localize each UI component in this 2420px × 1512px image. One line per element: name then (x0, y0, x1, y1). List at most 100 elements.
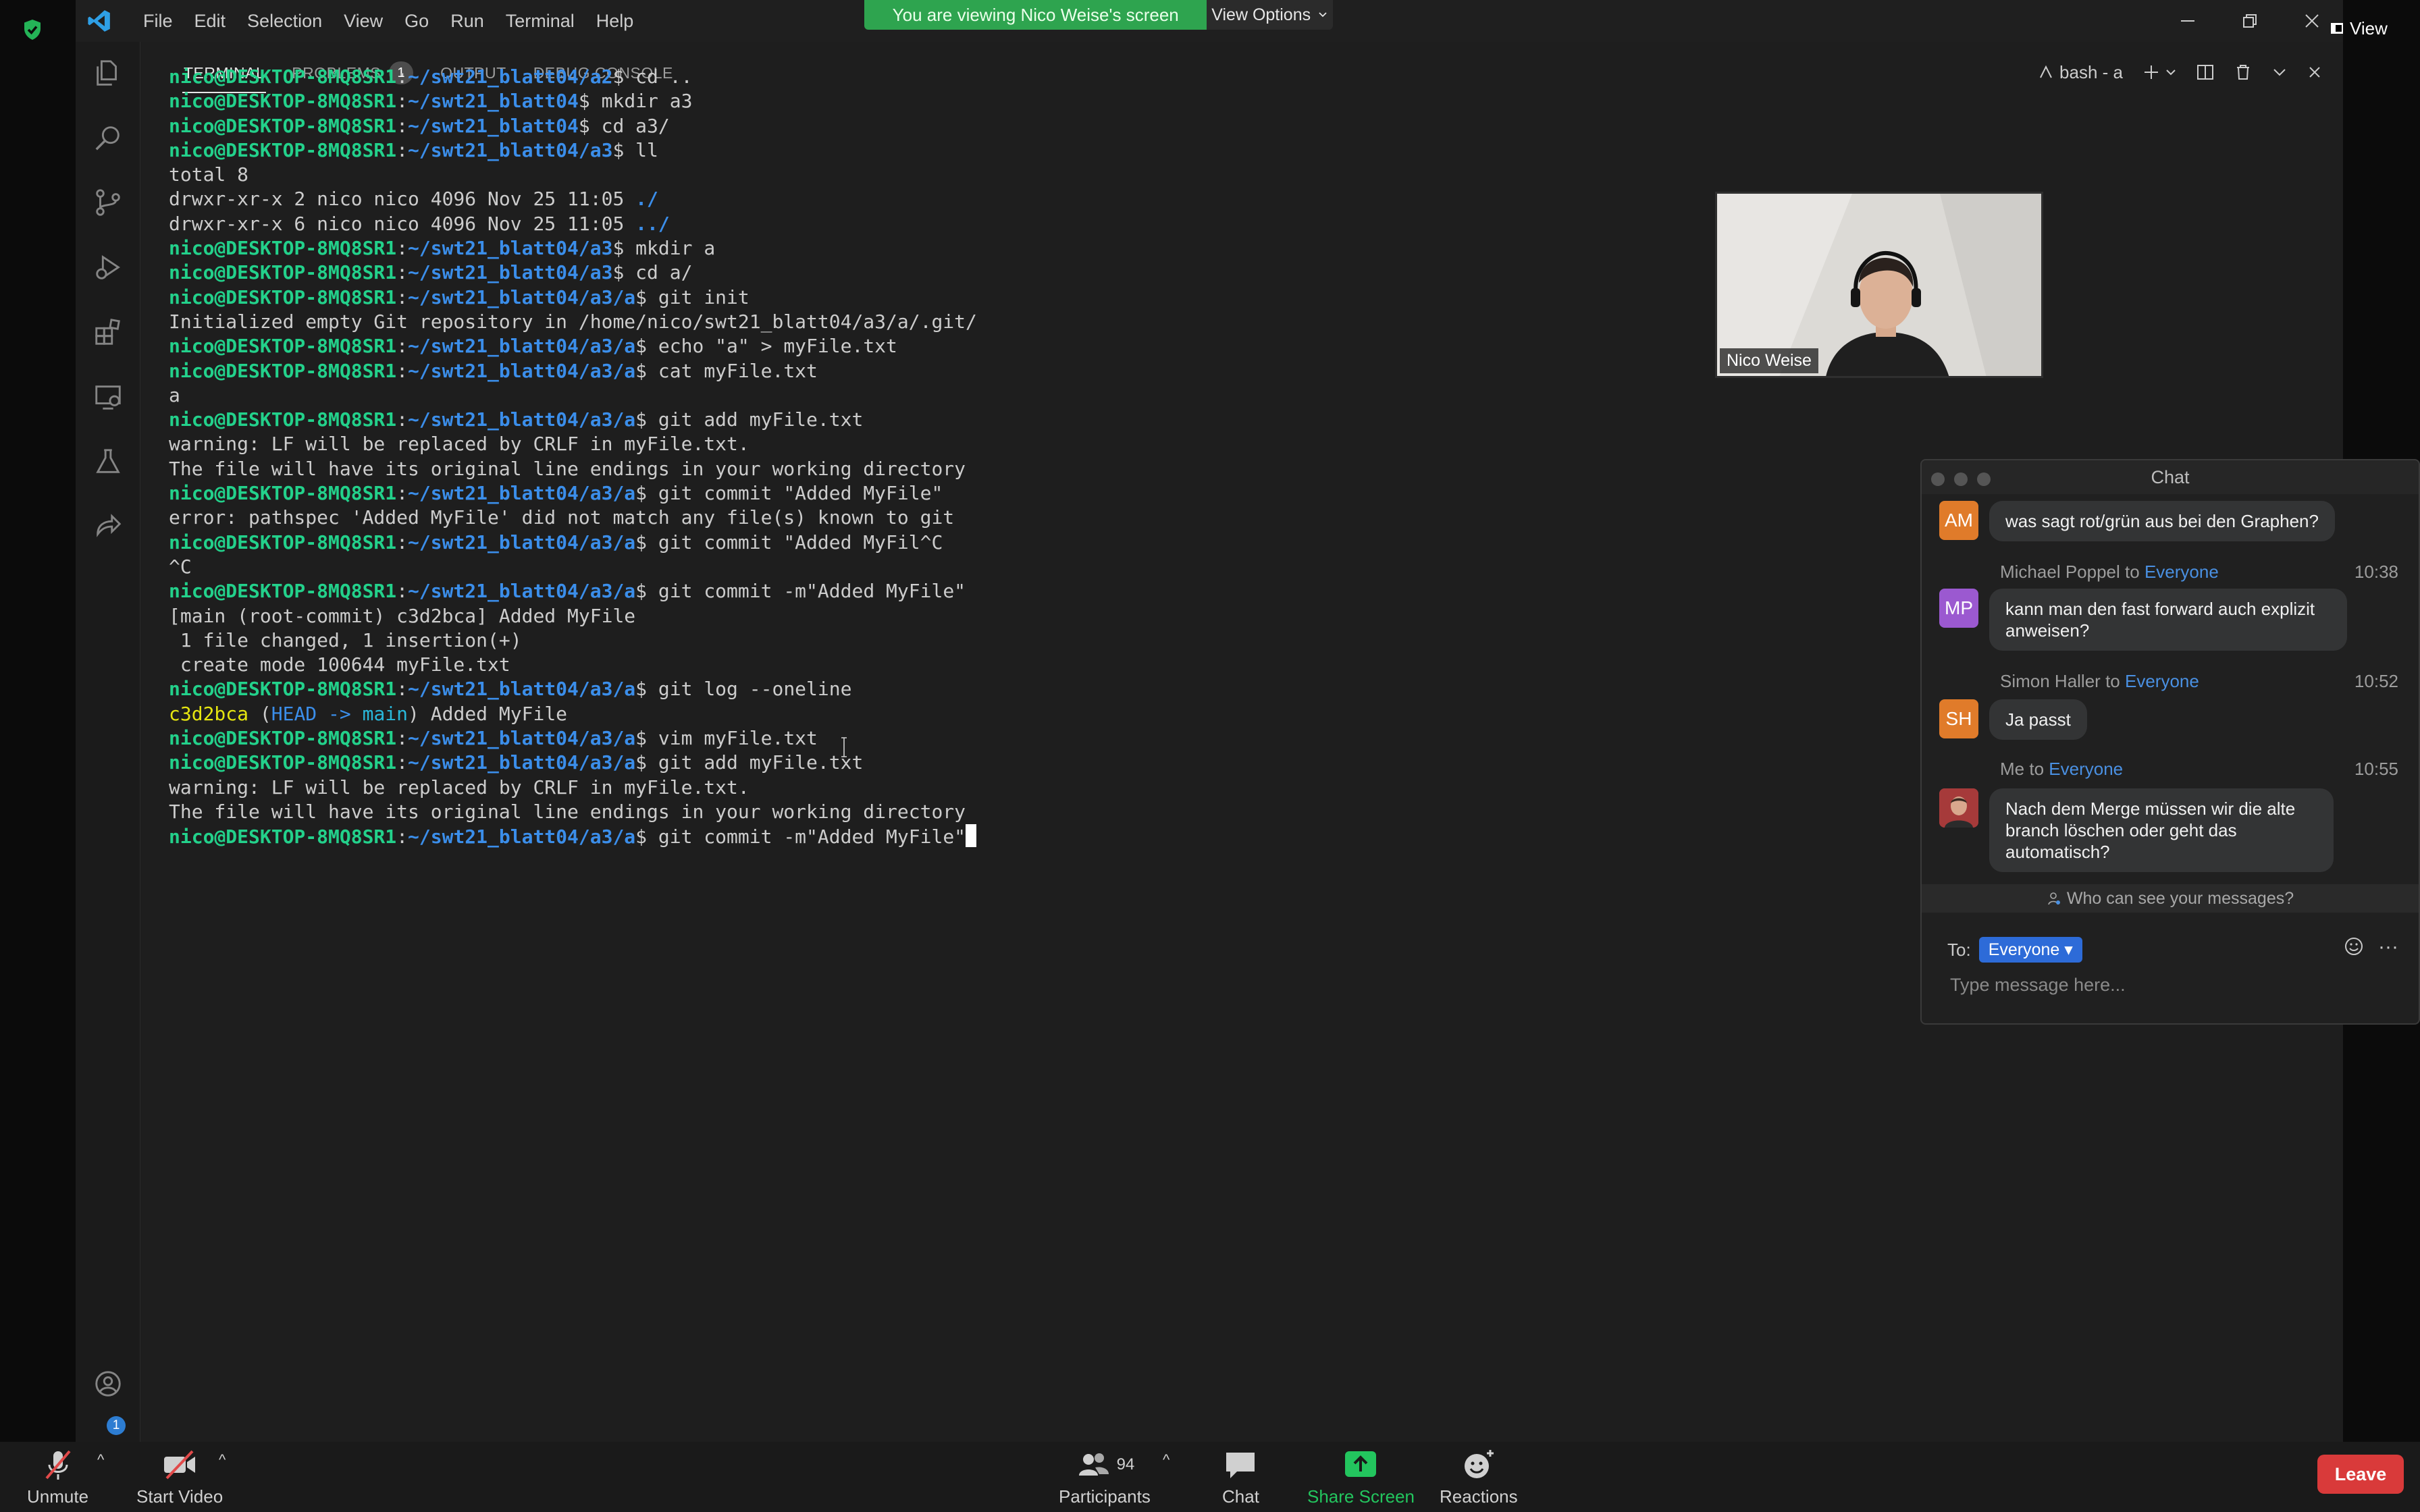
minimize-dot-icon[interactable] (1954, 473, 1968, 486)
unmute-button[interactable]: Unmute (27, 1447, 88, 1507)
commit-hash: c3d2bca (169, 702, 249, 725)
sender-name: Me (2000, 759, 2025, 779)
chat-panel: Chat AM was sagt rot/grün aus bei den Gr… (1920, 459, 2420, 1025)
close-panel-icon[interactable] (2307, 64, 2323, 80)
video-off-icon (164, 1450, 196, 1480)
accounts-badge: 1 (107, 1416, 126, 1435)
prompt-path: ~/swt21_blatt04/a3/a (408, 751, 636, 774)
view-label: View (2350, 18, 2388, 38)
menu-go[interactable]: Go (394, 11, 440, 32)
menu-file[interactable]: File (132, 11, 184, 32)
prompt-user: nico@DESKTOP-8MQ8SR1 (169, 482, 397, 505)
view-options-button[interactable]: View Options (1207, 0, 1333, 30)
prompt-separator: : (396, 261, 409, 284)
to-word: to (2105, 671, 2120, 691)
view-layout-button[interactable]: View (2330, 14, 2404, 43)
avatar: MP (1939, 589, 1978, 628)
prompt-path: ~/swt21_blatt04/a3/a (408, 482, 636, 505)
recipient-dropdown[interactable]: Everyone ▾ (1978, 937, 2082, 963)
menu-view[interactable]: View (333, 11, 394, 32)
emoji-icon[interactable] (2340, 933, 2367, 960)
participants-options-caret[interactable]: ^ (1163, 1451, 1169, 1469)
participants-button[interactable]: 94 Participants (1059, 1447, 1151, 1507)
output-text: warning: LF will be replaced by CRLF in … (169, 776, 749, 799)
output-text: a (169, 383, 180, 406)
terminal-cursor (966, 824, 977, 848)
testing-button[interactable] (90, 444, 126, 479)
leave-button[interactable]: Leave (2317, 1455, 2404, 1494)
files-icon (97, 60, 117, 86)
restore-icon (2243, 14, 2257, 28)
prompt-user: nico@DESKTOP-8MQ8SR1 (169, 65, 397, 88)
source-control-icon (96, 189, 120, 216)
chat-icon (1226, 1453, 1255, 1478)
output-text: total 8 (169, 163, 249, 186)
share-screen-button[interactable]: Share Screen (1307, 1447, 1415, 1507)
account-icon (95, 1371, 121, 1397)
audio-options-caret[interactable]: ^ (97, 1451, 104, 1469)
message-input[interactable]: Type message here... (1950, 975, 2126, 996)
accounts-button[interactable] (90, 1366, 126, 1401)
participants-icon (1078, 1453, 1109, 1476)
menu-run[interactable]: Run (440, 11, 495, 32)
menu-selection[interactable]: Selection (236, 11, 333, 32)
output-text: create mode 100644 myFile.txt (169, 653, 510, 676)
microphone-muted-icon (45, 1450, 71, 1480)
start-video-button[interactable]: Start Video (136, 1447, 223, 1507)
avatar: AM (1939, 501, 1978, 540)
prompt-user: nico@DESKTOP-8MQ8SR1 (169, 408, 397, 431)
terminal-line: warning: LF will be replaced by CRLF in … (169, 776, 2194, 800)
profile-photo-icon (1939, 788, 1978, 828)
chevron-down-icon[interactable] (2271, 64, 2288, 80)
who-can-see-link[interactable]: Who can see your messages? (1922, 884, 2419, 913)
recipient: Everyone (2049, 759, 2124, 779)
prompt-user: nico@DESKTOP-8MQ8SR1 (169, 286, 397, 308)
prompt-user: nico@DESKTOP-8MQ8SR1 (169, 678, 397, 701)
command-text: $ cd a/ (612, 261, 693, 284)
menu-help[interactable]: Help (585, 11, 645, 32)
command-text: $ mkdir a3 (578, 90, 693, 113)
participant-name-label: Nico Weise (1720, 348, 1818, 373)
remote-explorer-button[interactable] (90, 379, 126, 414)
trash-icon[interactable] (2234, 63, 2253, 82)
extensions-button[interactable] (90, 315, 126, 350)
menu-edit[interactable]: Edit (184, 11, 237, 32)
chat-message: kann man den fast forward auch explizit … (1989, 589, 2347, 651)
participant-video[interactable]: Nico Weise (1715, 192, 2043, 378)
command-text: $ cd .. (612, 65, 693, 88)
recipient: Everyone (2144, 562, 2219, 582)
video-options-caret[interactable]: ^ (219, 1451, 226, 1469)
prompt-user: nico@DESKTOP-8MQ8SR1 (169, 359, 397, 382)
menu-terminal[interactable]: Terminal (495, 11, 585, 32)
chat-button[interactable]: Chat (1222, 1447, 1259, 1507)
prompt-user: nico@DESKTOP-8MQ8SR1 (169, 138, 397, 161)
run-debug-button[interactable] (90, 250, 126, 285)
split-terminal-icon[interactable] (2196, 63, 2215, 82)
message-sender: Simon Haller to Everyone (2000, 671, 2199, 692)
explorer-button[interactable] (90, 55, 126, 90)
search-button[interactable] (90, 120, 126, 155)
reactions-button[interactable]: Reactions (1440, 1447, 1518, 1507)
activity-bar: 1 (76, 42, 140, 1442)
prompt-user: nico@DESKTOP-8MQ8SR1 (169, 751, 397, 774)
zoom-dot-icon[interactable] (1977, 473, 1991, 486)
prompt-separator: : (396, 580, 409, 603)
terminal-line: nico@DESKTOP-8MQ8SR1:~/swt21_blatt04/a3/… (169, 481, 2194, 506)
source-control-button[interactable] (90, 185, 126, 220)
run-debug-icon (96, 254, 120, 280)
minimize-button[interactable] (2157, 0, 2219, 42)
command-text: $ git log --oneline (635, 678, 852, 701)
command-text: $ git add myFile.txt (635, 408, 864, 431)
flask-icon (96, 449, 120, 473)
prompt-path: ~/swt21_blatt04/a2 (408, 65, 613, 88)
live-share-button[interactable] (90, 509, 126, 544)
prompt-separator: : (396, 727, 409, 750)
view-options-label: View Options (1211, 5, 1311, 24)
viewing-screen-message: You are viewing Nico Weise's screen (864, 0, 1207, 30)
restore-button[interactable] (2219, 0, 2281, 42)
recipient: Everyone (2124, 671, 2199, 691)
terminal-output[interactable]: nico@DESKTOP-8MQ8SR1:~/swt21_blatt04/a2$… (169, 65, 2194, 850)
share-screen-icon (1345, 1451, 1377, 1477)
close-dot-icon[interactable] (1931, 473, 1945, 486)
more-options-icon[interactable]: ··· (2378, 936, 2398, 959)
